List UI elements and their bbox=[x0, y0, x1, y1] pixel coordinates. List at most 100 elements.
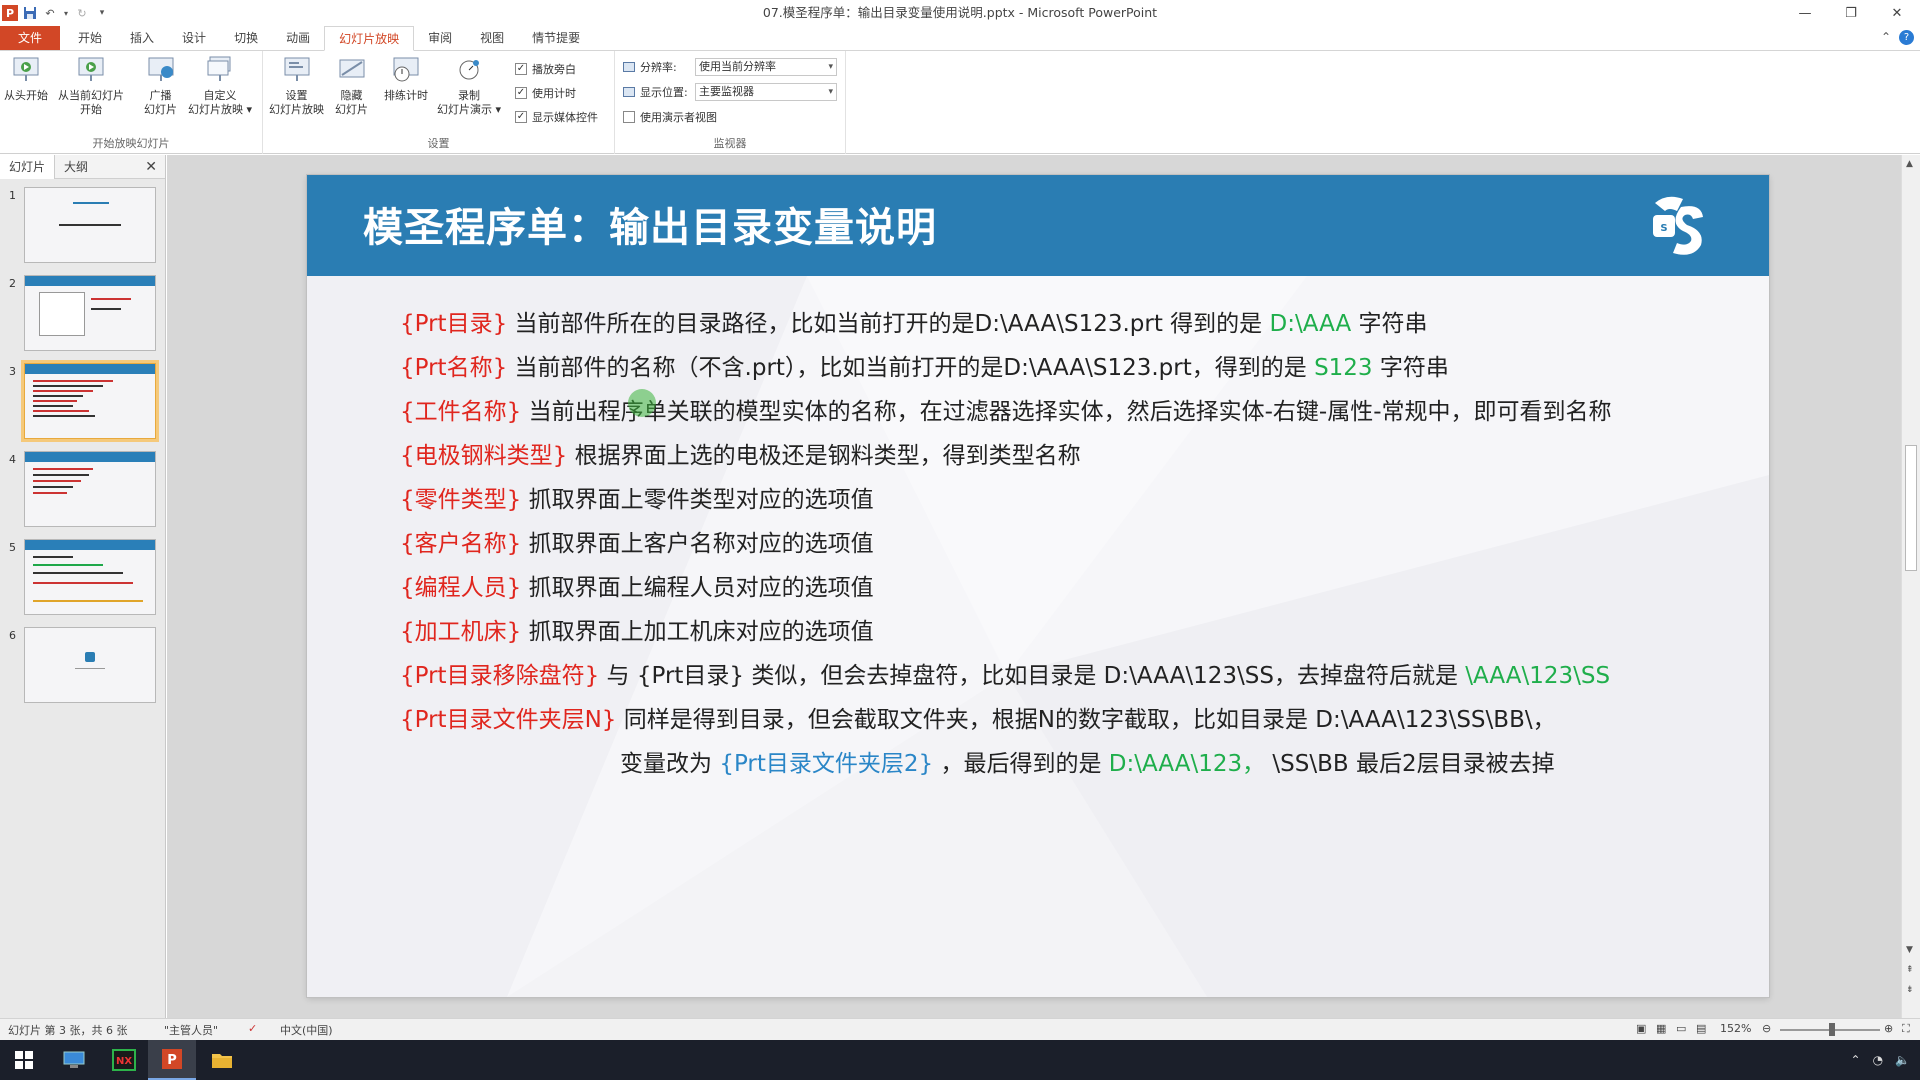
powerpoint-app-icon: P bbox=[162, 1049, 182, 1069]
restore-button[interactable]: ❐ bbox=[1828, 0, 1874, 26]
presenter-view-checkbox[interactable]: 使用演示者视图 bbox=[623, 109, 717, 125]
tab-view[interactable]: 视图 bbox=[466, 26, 518, 50]
tab-outline[interactable]: 大纲 bbox=[55, 155, 97, 179]
close-panel-icon[interactable]: ✕ bbox=[145, 159, 157, 175]
close-window-button[interactable]: ✕ bbox=[1874, 0, 1920, 26]
reading-view-icon[interactable]: ▭ bbox=[1676, 1022, 1686, 1035]
next-slide-icon[interactable]: ⇟ bbox=[1906, 985, 1914, 995]
minimize-button[interactable]: — bbox=[1782, 0, 1828, 26]
svg-text:NX: NX bbox=[116, 1056, 132, 1067]
check-icon: ✓ bbox=[515, 87, 527, 99]
normal-view-icon[interactable]: ▣ bbox=[1636, 1022, 1646, 1035]
tab-design[interactable]: 设计 bbox=[168, 26, 220, 50]
zoom-out-icon[interactable]: ⊖ bbox=[1762, 1022, 1771, 1035]
tray-expand-icon[interactable]: ⌃ bbox=[1851, 1053, 1861, 1067]
play-narrations-checkbox[interactable]: ✓ 播放旁白 bbox=[515, 61, 576, 77]
custom-slideshow-button[interactable]: 自定义 幻灯片放映 ▾ bbox=[188, 55, 252, 117]
current-slide[interactable]: 模圣程序单：输出目录变量说明 S {Prt目录} 当前部件所在的目录路径，比如当… bbox=[307, 175, 1769, 997]
tab-transitions[interactable]: 切换 bbox=[220, 26, 272, 50]
window-title: 07.模圣程序单：输出目录变量使用说明.pptx - Microsoft Pow… bbox=[762, 5, 1158, 20]
check-icon: ✓ bbox=[515, 63, 527, 75]
resolution-select[interactable]: 使用当前分辨率 bbox=[695, 58, 837, 76]
tab-insert[interactable]: 插入 bbox=[116, 26, 168, 50]
record-slideshow-icon bbox=[459, 60, 480, 80]
group-label-monitors: 监视器 bbox=[713, 137, 747, 150]
group-label-start: 开始放映幻灯片 bbox=[92, 137, 170, 150]
slide-thumbnail-2[interactable]: 2 bbox=[0, 275, 166, 357]
hide-slide-button[interactable]: 隐藏 幻灯片 bbox=[335, 55, 368, 117]
status-bar: 幻灯片 第 3 张，共 6 张 "主管人员" ✓ 中文(中国) ▣ ▦ ▭ ▤ … bbox=[0, 1018, 1920, 1040]
quick-access-toolbar: P ↶ ▾ ↻ ▾ bbox=[0, 0, 110, 26]
tab-file[interactable]: 文件 bbox=[0, 26, 61, 50]
tab-animations[interactable]: 动画 bbox=[272, 26, 324, 50]
content-line-4: {电极钢料类型} 根据界面上选的电极还是钢料类型，得到类型名称 bbox=[400, 443, 1081, 469]
taskbar-folder-app[interactable] bbox=[198, 1040, 246, 1080]
fit-to-window-icon[interactable]: ⛶ bbox=[1902, 1022, 1910, 1036]
slide-thumbnail-1[interactable]: 1 bbox=[0, 187, 166, 269]
resolution-icon bbox=[623, 62, 635, 72]
ribbon-body: 从头开始 从当前幻灯片 开始 广播 幻灯片 自定义 幻灯片放映 ▾ 开始放映幻灯… bbox=[0, 51, 1920, 154]
setup-slideshow-button[interactable]: 设置 幻灯片放映 bbox=[269, 55, 324, 117]
content-line-10: {Prt目录文件夹层N} 同样是得到目录，但会截取文件夹，根据N的数字截取，比如… bbox=[400, 707, 1556, 733]
language-indicator[interactable]: 中文(中国) bbox=[280, 1022, 333, 1038]
powerpoint-icon[interactable]: P bbox=[2, 5, 18, 21]
tab-home[interactable]: 开始 bbox=[64, 26, 116, 50]
slide-thumbnail-4[interactable]: 4 bbox=[0, 451, 166, 533]
slide-title[interactable]: 模圣程序单：输出目录变量说明 bbox=[363, 195, 937, 253]
content-line-3: {工件名称} 当前出程序单关联的模型实体的名称，在过滤器选择实体，然后选择实体-… bbox=[400, 399, 1612, 425]
redo-icon[interactable]: ↻ bbox=[74, 5, 90, 21]
record-slideshow-button[interactable]: 录制 幻灯片演示 ▾ bbox=[437, 55, 501, 117]
show-on-select[interactable]: 主要监视器 bbox=[695, 83, 837, 101]
rehearse-timings-button[interactable]: 排练计时 bbox=[384, 55, 428, 103]
collapse-ribbon-icon[interactable]: ⌃ bbox=[1881, 30, 1891, 45]
content-line-6: {客户名称} 抓取界面上客户名称对应的选项值 bbox=[400, 531, 874, 557]
vertical-scrollbar[interactable]: ▲ ▼ ⇞ ⇟ bbox=[1901, 155, 1920, 1018]
show-media-controls-checkbox[interactable]: ✓ 显示媒体控件 bbox=[515, 109, 598, 125]
taskbar-explorer-app[interactable] bbox=[50, 1040, 98, 1080]
content-line-2: {Prt名称} 当前部件的名称（不含.prt），比如当前打开的是D:\AAA\S… bbox=[400, 355, 1449, 381]
svg-text:S: S bbox=[1660, 223, 1667, 234]
help-icon[interactable]: ? bbox=[1899, 30, 1914, 45]
previous-slide-icon[interactable]: ⇞ bbox=[1906, 965, 1914, 975]
from-current-button[interactable]: 从当前幻灯片 开始 bbox=[58, 55, 124, 117]
windows-logo-icon bbox=[15, 1051, 33, 1069]
start-button[interactable] bbox=[0, 1040, 48, 1080]
scroll-down-icon[interactable]: ▼ bbox=[1906, 945, 1913, 955]
tab-storyboard[interactable]: 情节提要 bbox=[518, 26, 594, 50]
scroll-thumb[interactable] bbox=[1905, 445, 1917, 571]
save-icon[interactable] bbox=[22, 5, 38, 21]
ribbon-tabs: 文件 开始 插入 设计 切换 动画 幻灯片放映 审阅 视图 情节提要 bbox=[0, 26, 1920, 51]
from-beginning-button[interactable]: 从头开始 bbox=[4, 55, 48, 103]
zoom-level[interactable]: 152% bbox=[1720, 1022, 1751, 1035]
slide-sorter-icon[interactable]: ▦ bbox=[1656, 1022, 1666, 1035]
slide-thumbnail-6[interactable]: 6 bbox=[0, 627, 166, 709]
tab-review[interactable]: 审阅 bbox=[414, 26, 466, 50]
undo-icon[interactable]: ↶ bbox=[42, 5, 58, 21]
use-timings-checkbox[interactable]: ✓ 使用计时 bbox=[515, 85, 576, 101]
zoom-in-icon[interactable]: ⊕ bbox=[1884, 1022, 1893, 1035]
taskbar-nx-app[interactable]: NX bbox=[100, 1040, 148, 1080]
mouse-cursor-highlight bbox=[628, 389, 656, 417]
network-icon[interactable]: ◔ bbox=[1873, 1053, 1883, 1067]
slide-thumbnail-3[interactable]: 3 bbox=[0, 360, 166, 445]
nx-icon: NX bbox=[112, 1049, 136, 1071]
slide-thumbnail-5[interactable]: 5 bbox=[0, 539, 166, 621]
customize-qat-icon[interactable]: ▾ bbox=[94, 5, 110, 21]
broadcast-icon bbox=[148, 57, 173, 81]
undo-dropdown-icon[interactable]: ▾ bbox=[62, 5, 70, 21]
system-tray: ⌃ ◔ 🔈 bbox=[1851, 1040, 1911, 1080]
slideshow-view-icon[interactable]: ▤ bbox=[1696, 1022, 1706, 1035]
taskbar-powerpoint-app[interactable]: P bbox=[148, 1040, 196, 1080]
zoom-slider-handle[interactable] bbox=[1829, 1023, 1835, 1036]
spellcheck-icon[interactable]: ✓ bbox=[248, 1022, 257, 1035]
rehearse-timings-icon bbox=[393, 57, 419, 82]
content-line-1: {Prt目录} 当前部件所在的目录路径，比如当前打开的是D:\AAA\S123.… bbox=[400, 311, 1428, 337]
theme-name[interactable]: "主管人员" bbox=[164, 1022, 218, 1038]
content-line-5: {零件类型} 抓取界面上零件类型对应的选项值 bbox=[400, 487, 874, 513]
broadcast-button[interactable]: 广播 幻灯片 bbox=[144, 55, 177, 117]
tab-slides[interactable]: 幻灯片 bbox=[0, 154, 56, 179]
tab-slide-show[interactable]: 幻灯片放映 bbox=[324, 26, 415, 51]
volume-icon[interactable]: 🔈 bbox=[1895, 1053, 1910, 1067]
group-monitors: 分辨率: 使用当前分辨率 显示位置: 主要监视器 使用演示者视图 监视器 bbox=[615, 51, 846, 154]
scroll-up-icon[interactable]: ▲ bbox=[1906, 159, 1913, 169]
